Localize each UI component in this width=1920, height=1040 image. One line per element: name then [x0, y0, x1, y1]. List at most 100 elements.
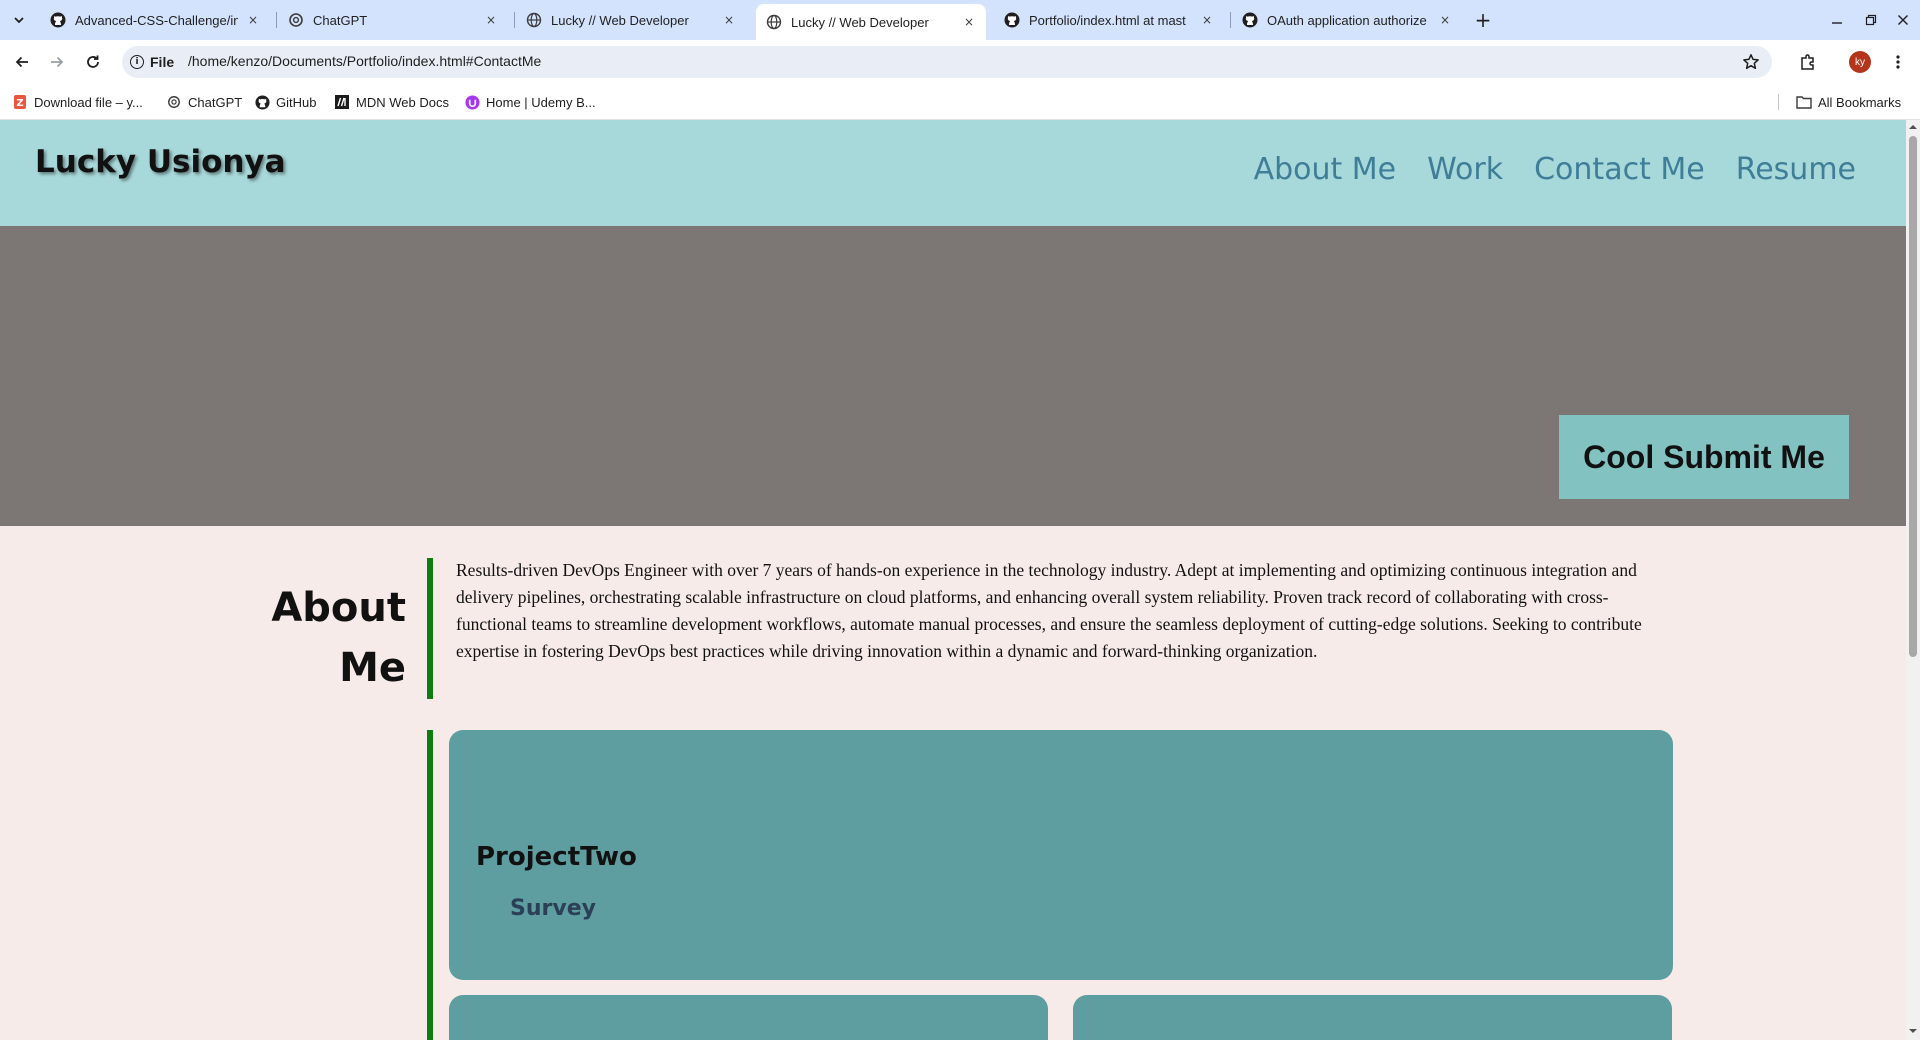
page-scrollbar[interactable] — [1906, 120, 1920, 1040]
star-icon — [1743, 54, 1759, 70]
close-icon[interactable]: × — [1198, 11, 1216, 29]
project-card[interactable] — [449, 995, 1048, 1040]
bookmark-label: Download file – y... — [34, 94, 143, 110]
zipcloud-icon: Z — [12, 94, 28, 110]
close-icon[interactable]: × — [1436, 11, 1454, 29]
section-accent-bar — [427, 558, 433, 699]
bookmark-label: Home | Udemy B... — [486, 94, 596, 110]
close-icon[interactable]: × — [482, 11, 500, 29]
tab-title: Lucky // Web Developer — [791, 14, 929, 30]
tab-oauth[interactable]: OAuth application authorize × — [1232, 5, 1462, 35]
reload-icon — [87, 55, 99, 68]
close-icon[interactable]: × — [720, 11, 738, 29]
page-viewport: Lucky Usionya About Me Work Contact Me R… — [0, 120, 1920, 1040]
bookmark-download-file[interactable]: Z Download file – y... — [12, 92, 143, 112]
project-card[interactable] — [1073, 995, 1672, 1040]
address-bar[interactable]: i File /home/kenzo/Documents/Portfolio/i… — [122, 46, 1772, 78]
tab-title: OAuth application authorize — [1267, 12, 1427, 28]
close-icon[interactable]: × — [244, 11, 262, 29]
bookmark-label: ChatGPT — [188, 94, 243, 110]
close-window-button[interactable] — [1888, 6, 1918, 34]
url-text[interactable]: /home/kenzo/Documents/Portfolio/index.ht… — [188, 53, 541, 69]
tab-chatgpt[interactable]: ChatGPT × — [278, 5, 508, 35]
minimize-button[interactable] — [1822, 6, 1852, 34]
bookmark-github[interactable]: GitHub — [254, 92, 316, 112]
site-info-label: File — [150, 54, 175, 70]
nav-link-resume[interactable]: Resume — [1736, 152, 1856, 187]
info-icon: i — [130, 55, 144, 69]
section-accent-bar — [427, 730, 433, 1040]
bookmarks-bar: Z Download file – y... ChatGPT GitHub MD… — [0, 84, 1920, 120]
close-icon — [1898, 15, 1908, 25]
globe-icon — [526, 12, 542, 28]
reload-button[interactable] — [79, 48, 107, 76]
chatgpt-icon — [166, 94, 182, 110]
minimize-icon — [1832, 22, 1842, 24]
scrollbar-thumb[interactable] — [1909, 136, 1917, 657]
bookmark-label: GitHub — [276, 94, 317, 110]
github-icon — [1004, 12, 1020, 28]
project-card[interactable]: ProjectTwo Survey — [449, 730, 1673, 980]
all-bookmarks-label: All Bookmarks — [1818, 94, 1902, 110]
nav-link-about-me[interactable]: About Me — [1254, 152, 1397, 187]
tab-title: Lucky // Web Developer — [551, 12, 689, 28]
avatar: ky — [1849, 51, 1871, 73]
tab-lucky-web-developer[interactable]: Lucky // Web Developer × — [516, 5, 746, 35]
github-icon — [50, 12, 66, 28]
chatgpt-icon — [288, 12, 304, 28]
tab-divider — [514, 12, 515, 28]
bookmark-chatgpt[interactable]: ChatGPT — [166, 92, 242, 112]
arrow-right-icon — [51, 56, 64, 68]
tab-lucky-web-developer-active[interactable]: Lucky // Web Developer × — [756, 4, 986, 40]
bookmarks-divider — [1778, 94, 1779, 110]
profile-button[interactable]: ky — [1846, 48, 1874, 76]
restore-icon — [1865, 14, 1877, 26]
bookmark-udemy[interactable]: Home | Udemy B... — [464, 92, 596, 112]
tab-portfolio-github[interactable]: Portfolio/index.html at mast × — [994, 5, 1224, 35]
cool-submit-button[interactable]: Cool Submit Me — [1559, 415, 1849, 499]
tab-divider — [1230, 12, 1231, 28]
tab-strip: Advanced-CSS-Challenge/ind × ChatGPT × L… — [0, 0, 1920, 40]
puzzle-icon — [1801, 54, 1814, 70]
folder-icon — [1796, 94, 1812, 110]
site-header: Lucky Usionya About Me Work Contact Me R… — [0, 120, 1906, 226]
restore-button[interactable] — [1856, 6, 1886, 34]
about-paragraph: Results-driven DevOps Engineer with over… — [456, 560, 1642, 661]
bookmark-label: MDN Web Docs — [356, 94, 449, 110]
extensions-button[interactable] — [1794, 48, 1822, 76]
tab-search-button[interactable] — [6, 7, 32, 33]
browser-menu-button[interactable] — [1884, 48, 1912, 76]
back-button[interactable] — [8, 48, 36, 76]
tab-title: Advanced-CSS-Challenge/ind — [75, 12, 238, 28]
arrow-left-icon — [15, 56, 28, 68]
bookmark-star-button[interactable] — [1740, 51, 1762, 73]
bookmark-mdn[interactable]: MDN Web Docs — [334, 92, 449, 112]
close-icon[interactable]: × — [960, 13, 978, 31]
project-subtitle: Survey — [510, 896, 596, 921]
mdn-icon — [334, 94, 350, 110]
site-title: Lucky Usionya — [35, 144, 286, 180]
svg-text:Z: Z — [16, 98, 23, 109]
github-icon — [1242, 12, 1258, 28]
project-title: ProjectTwo — [476, 842, 637, 872]
browser-toolbar: i File /home/kenzo/Documents/Portfolio/i… — [0, 40, 1920, 84]
github-icon — [254, 94, 270, 110]
more-vert-icon — [1896, 55, 1900, 69]
hero-banner: Cool Submit Me — [0, 226, 1906, 526]
site-info-chip[interactable]: i File — [130, 52, 174, 72]
scroll-up-icon[interactable] — [1909, 123, 1917, 131]
forward-button[interactable] — [43, 48, 71, 76]
globe-icon — [766, 14, 782, 30]
all-bookmarks-button[interactable]: All Bookmarks — [1796, 92, 1901, 112]
scroll-down-icon[interactable] — [1909, 1027, 1917, 1035]
nav-link-work[interactable]: Work — [1427, 152, 1503, 187]
tab-title: Portfolio/index.html at mast — [1029, 12, 1186, 28]
nav-link-contact-me[interactable]: Contact Me — [1534, 152, 1705, 187]
tab-divider — [276, 12, 277, 28]
new-tab-button[interactable]: + — [1470, 7, 1496, 33]
udemy-icon — [464, 94, 480, 110]
tab-advanced-css[interactable]: Advanced-CSS-Challenge/ind × — [40, 5, 270, 35]
tab-title: ChatGPT — [313, 12, 368, 28]
site-nav: About Me Work Contact Me Resume — [1254, 152, 1856, 187]
chevron-down-icon — [14, 17, 24, 24]
